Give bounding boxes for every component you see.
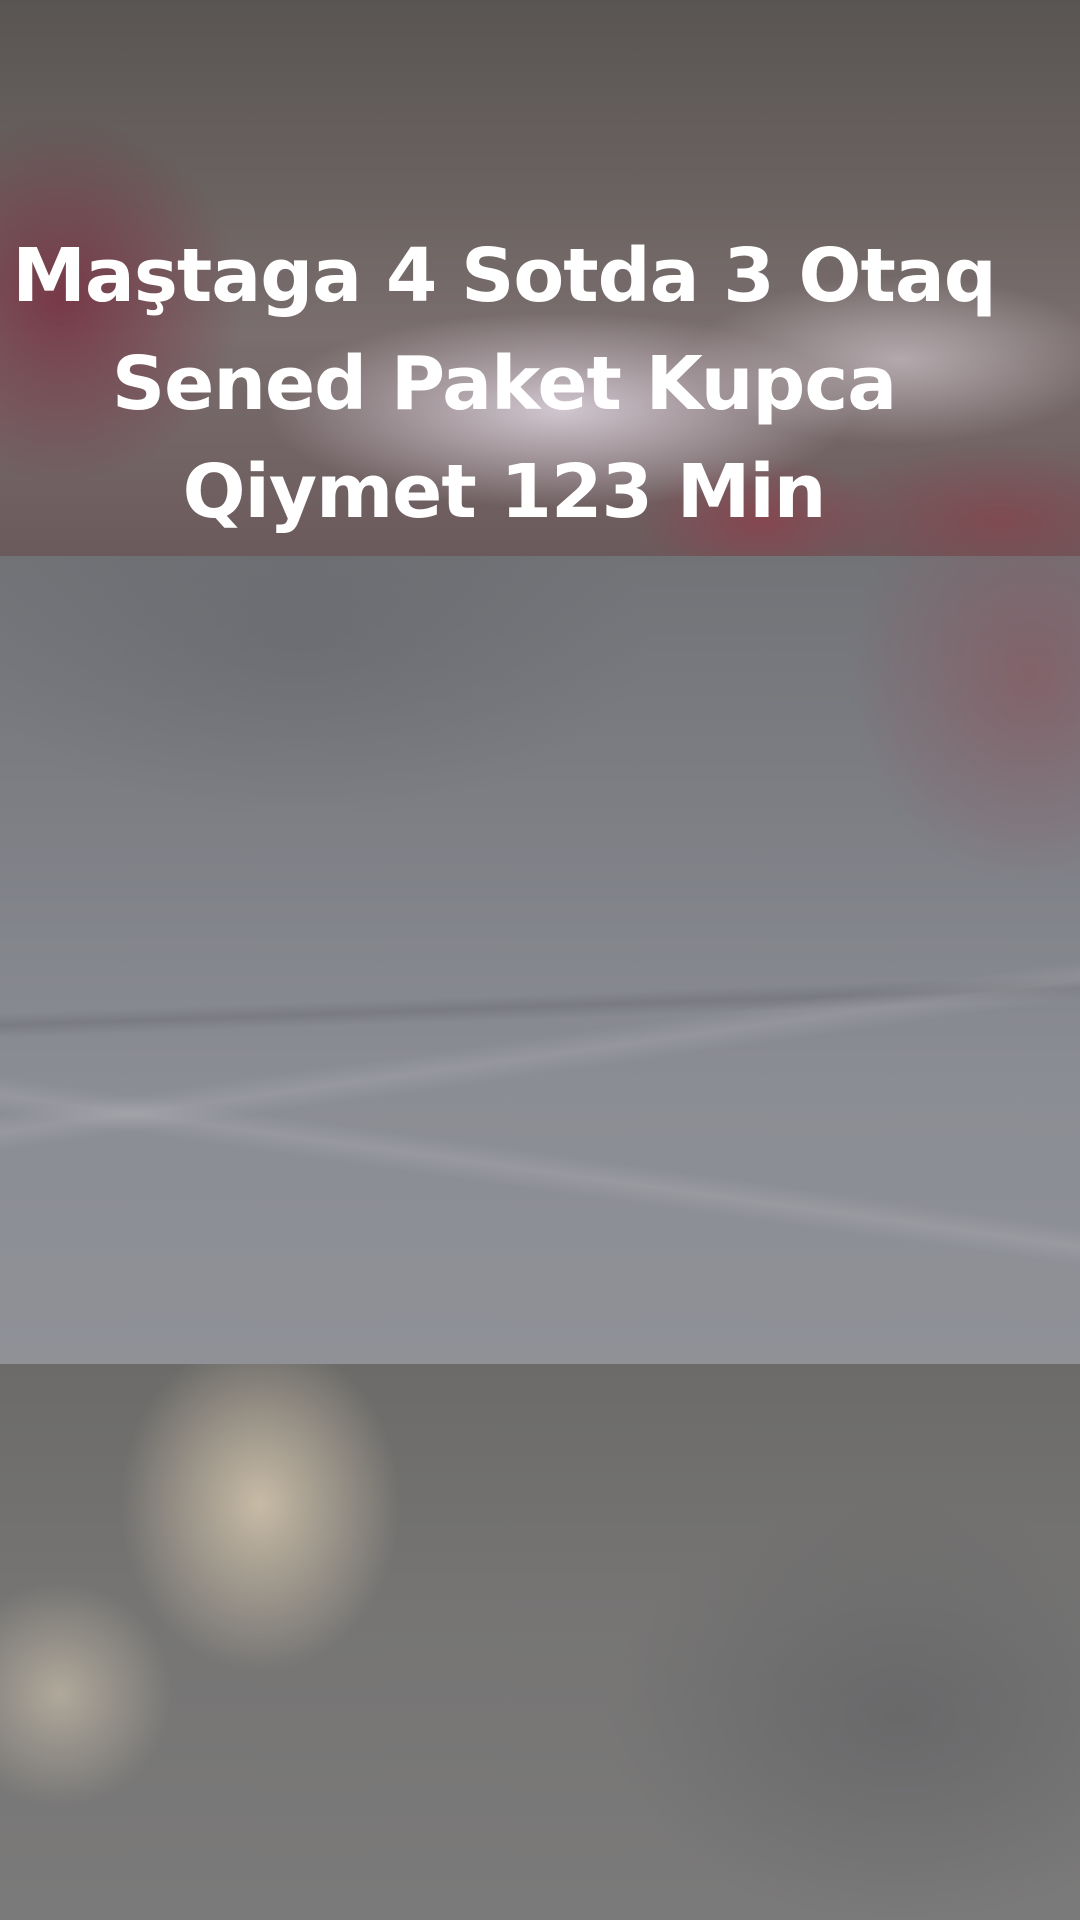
video-frame: Maştaga 4 Sotda 3 Otaq Sened Paket Kupca… (0, 0, 1080, 1920)
blurred-photo-bottom (0, 1364, 1080, 1920)
caption-line-2: Sened Paket Kupca (111, 341, 897, 427)
caption-line-1: Maştaga 4 Sotda 3 Otaq (12, 233, 996, 319)
overlay-caption: Maştaga 4 Sotda 3 Otaq Sened Paket Kupca… (0, 222, 1008, 546)
caption-line-3: Qiymet 123 Min (182, 449, 827, 535)
blurred-photo-middle (0, 556, 1080, 1364)
